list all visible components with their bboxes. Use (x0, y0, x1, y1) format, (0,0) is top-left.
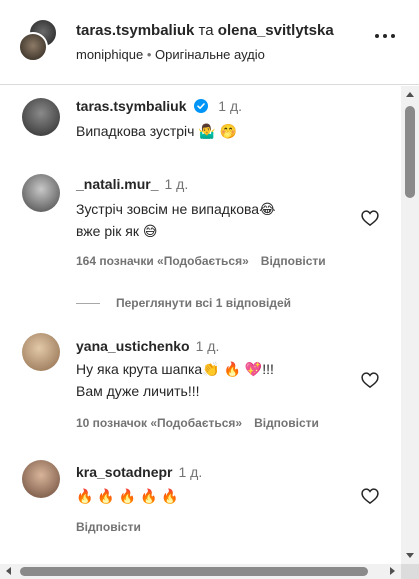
scroll-left-arrow-icon[interactable] (6, 567, 11, 575)
avatar[interactable] (22, 333, 60, 371)
avatar[interactable] (18, 32, 48, 62)
comment-meta: 164 позначки «Подобається» Відповісти (76, 254, 326, 268)
heart-icon[interactable] (360, 208, 380, 228)
likes-count-link[interactable]: 10 позначок «Подобається» (76, 416, 242, 430)
comment-text-line: 🔥 🔥 🔥 🔥 🔥 (76, 488, 179, 504)
view-replies-button[interactable]: Переглянути всі 1 відповідей (76, 296, 291, 310)
audio-author-link[interactable]: moniphique (76, 47, 143, 62)
vertical-scrollbar[interactable] (401, 86, 419, 564)
comments-panel[interactable]: taras.tsymbaliuk 1 д. Випадкова зустріч … (0, 86, 400, 564)
username-link[interactable]: _natali.mur_ (76, 176, 158, 192)
verified-badge-icon (194, 99, 209, 113)
connector-text: та (194, 22, 218, 39)
username-link[interactable]: olena_svitlytska (218, 22, 334, 39)
audio-info: moniphique • Оригінальне аудіо (76, 47, 265, 62)
comment-username: kra_sotadnepr 1 д. (76, 464, 202, 480)
username-link[interactable]: taras.tsymbaliuk (76, 22, 194, 39)
username-link[interactable]: kra_sotadnepr (76, 464, 172, 480)
likes-count-link[interactable]: 164 позначки «Подобається» (76, 254, 249, 268)
reply-button[interactable]: Відповісти (261, 254, 326, 268)
avatar[interactable] (22, 174, 60, 212)
timestamp[interactable]: 1 д. (196, 338, 220, 354)
username-link[interactable]: yana_ustichenko (76, 338, 190, 354)
separator: • (143, 47, 155, 62)
reply-button[interactable]: Відповісти (76, 520, 141, 534)
comment-meta: 10 позначок «Подобається» Відповісти (76, 416, 319, 430)
comment-text-line: Ну яка крута шапка👏 🔥 💖!!! (76, 361, 274, 377)
collab-avatars[interactable] (18, 18, 58, 64)
heart-icon[interactable] (360, 370, 380, 390)
avatar[interactable] (22, 98, 60, 136)
timestamp[interactable]: 1 д. (218, 98, 242, 114)
comment-text-line: вже рік як 😅 (76, 223, 158, 239)
scroll-down-arrow-icon[interactable] (406, 553, 414, 558)
scroll-right-arrow-icon[interactable] (390, 567, 395, 575)
view-replies-label: Переглянути всі 1 відповідей (116, 296, 291, 310)
comment-meta: Відповісти (76, 520, 141, 534)
scrollbar-corner (401, 564, 419, 579)
collab-title: taras.tsymbaliuk та olena_svitlytska (76, 22, 334, 39)
heart-icon[interactable] (360, 486, 380, 506)
comment-username: _natali.mur_ 1 д. (76, 176, 188, 192)
comment-username: yana_ustichenko 1 д. (76, 338, 219, 354)
scrollbar-thumb[interactable] (20, 567, 368, 576)
timestamp[interactable]: 1 д. (164, 176, 188, 192)
audio-link[interactable]: Оригінальне аудіо (155, 47, 265, 62)
reply-button[interactable]: Відповісти (254, 416, 319, 430)
comment-text-line: Зустріч зовсім не випадкова😂 (76, 201, 276, 217)
post-header: taras.tsymbaliuk та olena_svitlytska mon… (0, 0, 419, 85)
comment-text-line: Вам дуже личить!!! (76, 383, 200, 399)
username-link[interactable]: taras.tsymbaliuk (76, 98, 187, 114)
divider (76, 303, 100, 305)
timestamp[interactable]: 1 д. (178, 464, 202, 480)
caption-username: taras.tsymbaliuk 1 д. (76, 98, 242, 114)
more-horizontal-icon[interactable] (375, 34, 395, 38)
caption-text: Випадкова зустріч 🤷‍♂️ 🤭 (76, 123, 238, 139)
avatar[interactable] (22, 460, 60, 498)
horizontal-scrollbar[interactable] (0, 564, 401, 579)
scroll-up-arrow-icon[interactable] (406, 92, 414, 97)
scrollbar-thumb[interactable] (405, 106, 415, 198)
